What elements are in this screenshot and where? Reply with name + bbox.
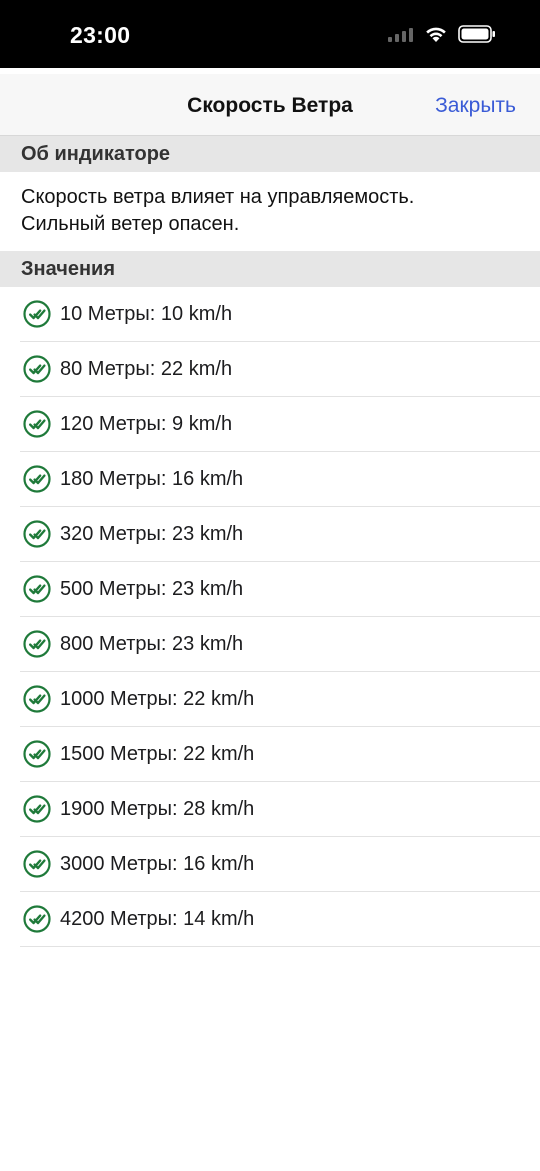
list-item: 120 Метры: 9 km/h xyxy=(20,397,540,452)
list-item-label: 1000 Метры: 22 km/h xyxy=(60,687,255,710)
about-text-line-2: Сильный ветер опасен. xyxy=(21,213,240,235)
about-text: Скорость ветра влияет на управляемость. … xyxy=(21,184,521,238)
check-circle-icon xyxy=(22,849,52,879)
battery-icon xyxy=(458,24,496,48)
list-item: 4200 Метры: 14 km/h xyxy=(20,892,540,947)
check-circle-icon xyxy=(22,739,52,769)
list-item-label: 500 Метры: 23 km/h xyxy=(60,577,244,600)
section-header-about-label: Об индикаторе xyxy=(21,143,171,165)
status-bar: 23:00 xyxy=(0,0,540,68)
about-text-line-1: Скорость ветра влияет на управляемость. xyxy=(21,186,415,208)
list-item-label: 1500 Метры: 22 km/h xyxy=(60,742,255,765)
check-circle-icon xyxy=(22,684,52,714)
check-circle-icon xyxy=(22,409,52,439)
wifi-icon xyxy=(424,25,448,48)
list-item: 3000 Метры: 16 km/h xyxy=(20,837,540,892)
check-circle-icon xyxy=(22,299,52,329)
list-item-label: 800 Метры: 23 km/h xyxy=(60,632,244,655)
list-item: 800 Метры: 23 km/h xyxy=(20,617,540,672)
list-item: 1000 Метры: 22 km/h xyxy=(20,672,540,727)
close-button[interactable]: Закрыть xyxy=(435,94,516,118)
list-item-label: 10 Метры: 10 km/h xyxy=(60,302,233,325)
check-circle-icon xyxy=(22,354,52,384)
navigation-bar: Скорость Ветра Закрыть xyxy=(0,74,540,136)
list-item: 1900 Метры: 28 km/h xyxy=(20,782,540,837)
section-header-values: Значения xyxy=(0,251,540,287)
cellular-signal-icon xyxy=(388,26,414,47)
list-item-label: 120 Метры: 9 km/h xyxy=(60,412,233,435)
check-circle-icon xyxy=(22,464,52,494)
check-circle-icon xyxy=(22,904,52,934)
check-circle-icon xyxy=(22,794,52,824)
status-time: 23:00 xyxy=(70,22,131,48)
section-header-values-label: Значения xyxy=(21,258,116,280)
list-item-label: 1900 Метры: 28 km/h xyxy=(60,797,255,820)
list-item: 180 Метры: 16 km/h xyxy=(20,452,540,507)
check-circle-icon xyxy=(22,574,52,604)
list-item: 500 Метры: 23 km/h xyxy=(20,562,540,617)
section-header-about: Об индикаторе xyxy=(0,136,540,172)
list-item: 1500 Метры: 22 km/h xyxy=(20,727,540,782)
values-list: 10 Метры: 10 km/h 80 Метры: 22 km/h 120 Ме… xyxy=(0,287,540,947)
list-item-label: 180 Метры: 16 km/h xyxy=(60,467,244,490)
list-item: 320 Метры: 23 km/h xyxy=(20,507,540,562)
list-item: 80 Метры: 22 km/h xyxy=(20,342,540,397)
list-item-label: 4200 Метры: 14 km/h xyxy=(60,907,255,930)
modal-sheet: Скорость Ветра Закрыть Об индикаторе Ско… xyxy=(0,74,540,1171)
check-circle-icon xyxy=(22,519,52,549)
list-item-label: 320 Метры: 23 km/h xyxy=(60,522,244,545)
check-circle-icon xyxy=(22,629,52,659)
status-icons xyxy=(388,24,496,48)
list-item: 10 Метры: 10 km/h xyxy=(20,287,540,342)
list-item-label: 3000 Метры: 16 km/h xyxy=(60,852,255,875)
list-item-label: 80 Метры: 22 km/h xyxy=(60,357,233,380)
